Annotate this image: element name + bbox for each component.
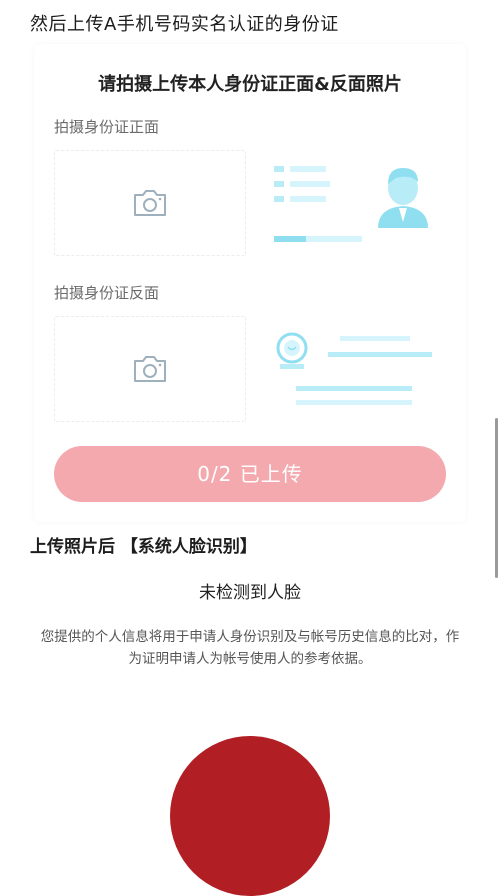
back-upload-area[interactable]: [54, 316, 246, 422]
camera-icon: [132, 188, 168, 218]
scrollbar[interactable]: [495, 418, 498, 578]
front-upload-area[interactable]: [54, 150, 246, 256]
card-title: 请拍摄上传本人身份证正面&反面照片: [98, 74, 402, 95]
back-sample-image: [266, 316, 440, 420]
back-section-label: 拍摄身份证反面: [54, 284, 160, 302]
privacy-notice: 您提供的个人信息将用于申请人身份识别及与帐号历史信息的比对，作为证明申请人为帐号…: [40, 629, 460, 667]
face-capture-preview: [170, 736, 330, 896]
person-avatar-icon: [378, 168, 428, 228]
front-section-label: 拍摄身份证正面: [54, 118, 160, 136]
camera-icon: [132, 354, 168, 384]
page-title: 然后上传A手机号码实名认证的身份证: [30, 14, 339, 35]
face-detection-status: 未检测到人脸: [199, 583, 301, 603]
face-recognition-title: 上传照片后 【系统人脸识别】: [30, 537, 257, 557]
national-emblem-icon: [276, 332, 308, 369]
upload-status-button[interactable]: 0/2 已上传: [54, 446, 446, 502]
front-sample-image: [266, 150, 440, 254]
id-upload-card: 请拍摄上传本人身份证正面&反面照片 拍摄身份证正面 拍摄身份证反面 0/2 已上…: [34, 44, 466, 522]
